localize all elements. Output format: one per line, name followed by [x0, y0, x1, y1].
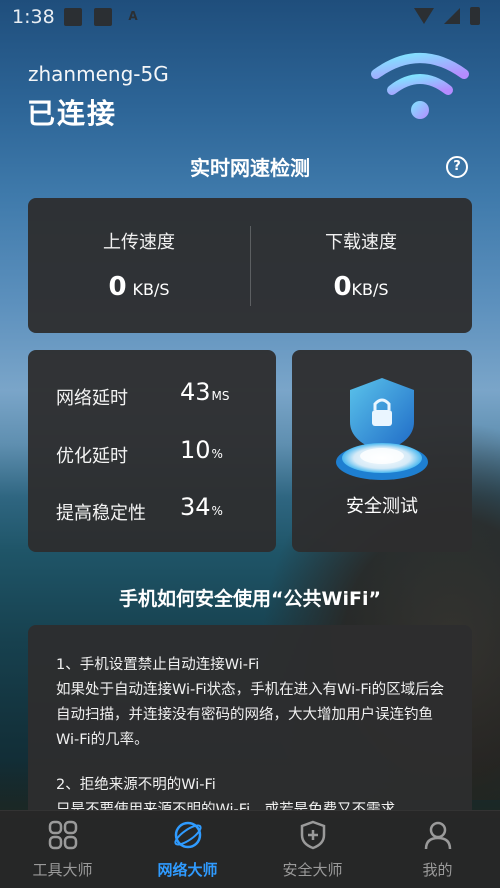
- latency-value: 34%: [180, 493, 223, 521]
- shield-plus-icon: [300, 820, 326, 850]
- latency-card: 网络延时 43MS 优化延时 10% 提高稳定性 34%: [28, 350, 276, 552]
- nav-profile[interactable]: 我的: [375, 811, 500, 888]
- upload-label: 上传速度: [103, 232, 175, 253]
- notification-icon: [64, 8, 82, 26]
- notification-icon: [94, 8, 112, 26]
- latency-row: 优化延时 10%: [56, 436, 276, 476]
- speed-test-title: 实时网速检测: [190, 156, 310, 180]
- download-number: 0: [333, 272, 352, 302]
- security-shield-icon: [336, 378, 428, 480]
- upload-value: 0 KB/S: [28, 272, 250, 302]
- status-icons: [414, 7, 480, 25]
- latency-value: 43MS: [180, 378, 230, 406]
- nav-label: 安全大师: [282, 861, 343, 879]
- latency-label: 网络延时: [56, 388, 128, 409]
- wifi-icon: [371, 53, 469, 119]
- upload-number: 0: [108, 272, 127, 302]
- network-globe-icon: [174, 821, 202, 849]
- tips-title: 手机如何安全使用“公共WiFi”: [119, 588, 381, 610]
- upload-speed: 上传速度 0 KB/S: [28, 198, 250, 333]
- nav-security[interactable]: 安全大师: [250, 811, 375, 888]
- tips-card[interactable]: 1、手机设置禁止自动连接Wi-Fi 如果处于自动连接Wi-Fi状态，手机在进入有…: [28, 625, 472, 810]
- nav-network[interactable]: 网络大师: [125, 811, 250, 888]
- latency-row: 网络延时 43MS: [56, 378, 276, 418]
- wifi-ssid: zhanmeng-5G: [28, 62, 169, 86]
- nav-label: 工具大师: [32, 861, 93, 879]
- security-test-label: 安全测试: [346, 496, 418, 517]
- battery-icon: [470, 7, 480, 25]
- latency-label: 优化延时: [56, 446, 128, 467]
- nav-tools[interactable]: 工具大师: [0, 811, 125, 888]
- user-icon: [424, 821, 452, 850]
- speed-card: 上传速度 0 KB/S 下载速度 0KB/S: [28, 198, 472, 333]
- bottom-nav: 工具大师 网络大师 安全大师 我的: [0, 810, 500, 888]
- tip-heading: 2、拒绝来源不明的Wi-Fi: [56, 777, 216, 793]
- download-speed: 下载速度 0KB/S: [250, 198, 472, 333]
- tip-body: 如果处于自动连接Wi-Fi状态，手机在进入有Wi-Fi的区域后会自动扫描，并连接…: [56, 682, 445, 748]
- wifi-status-icon: [414, 8, 434, 24]
- help-icon[interactable]: ?: [446, 156, 468, 178]
- notification-icon: A: [128, 9, 138, 23]
- security-test-button[interactable]: 安全测试: [292, 350, 472, 552]
- tip-heading: 1、手机设置禁止自动连接Wi-Fi: [56, 657, 260, 673]
- status-time: 1:38: [12, 6, 55, 28]
- connection-status: 已连接: [27, 97, 118, 130]
- tips-text: 1、手机设置禁止自动连接Wi-Fi 如果处于自动连接Wi-Fi状态，手机在进入有…: [56, 653, 456, 810]
- tip-body: 只是不要使用来源不明的Wi-Fi，或若是免费又不需求: [56, 802, 396, 810]
- latency-label: 提高稳定性: [56, 503, 146, 524]
- nav-label: 网络大师: [157, 861, 218, 879]
- download-value: 0KB/S: [250, 272, 472, 302]
- status-bar: 1:38 A: [0, 0, 500, 36]
- cell-signal-icon: [444, 8, 460, 24]
- upload-unit: KB/S: [132, 280, 170, 299]
- tools-grid-icon: [48, 820, 78, 850]
- download-label: 下载速度: [325, 232, 397, 253]
- latency-value: 10%: [180, 436, 223, 464]
- latency-row: 提高稳定性 34%: [56, 493, 276, 533]
- nav-label: 我的: [422, 861, 453, 879]
- download-unit: KB/S: [351, 280, 389, 299]
